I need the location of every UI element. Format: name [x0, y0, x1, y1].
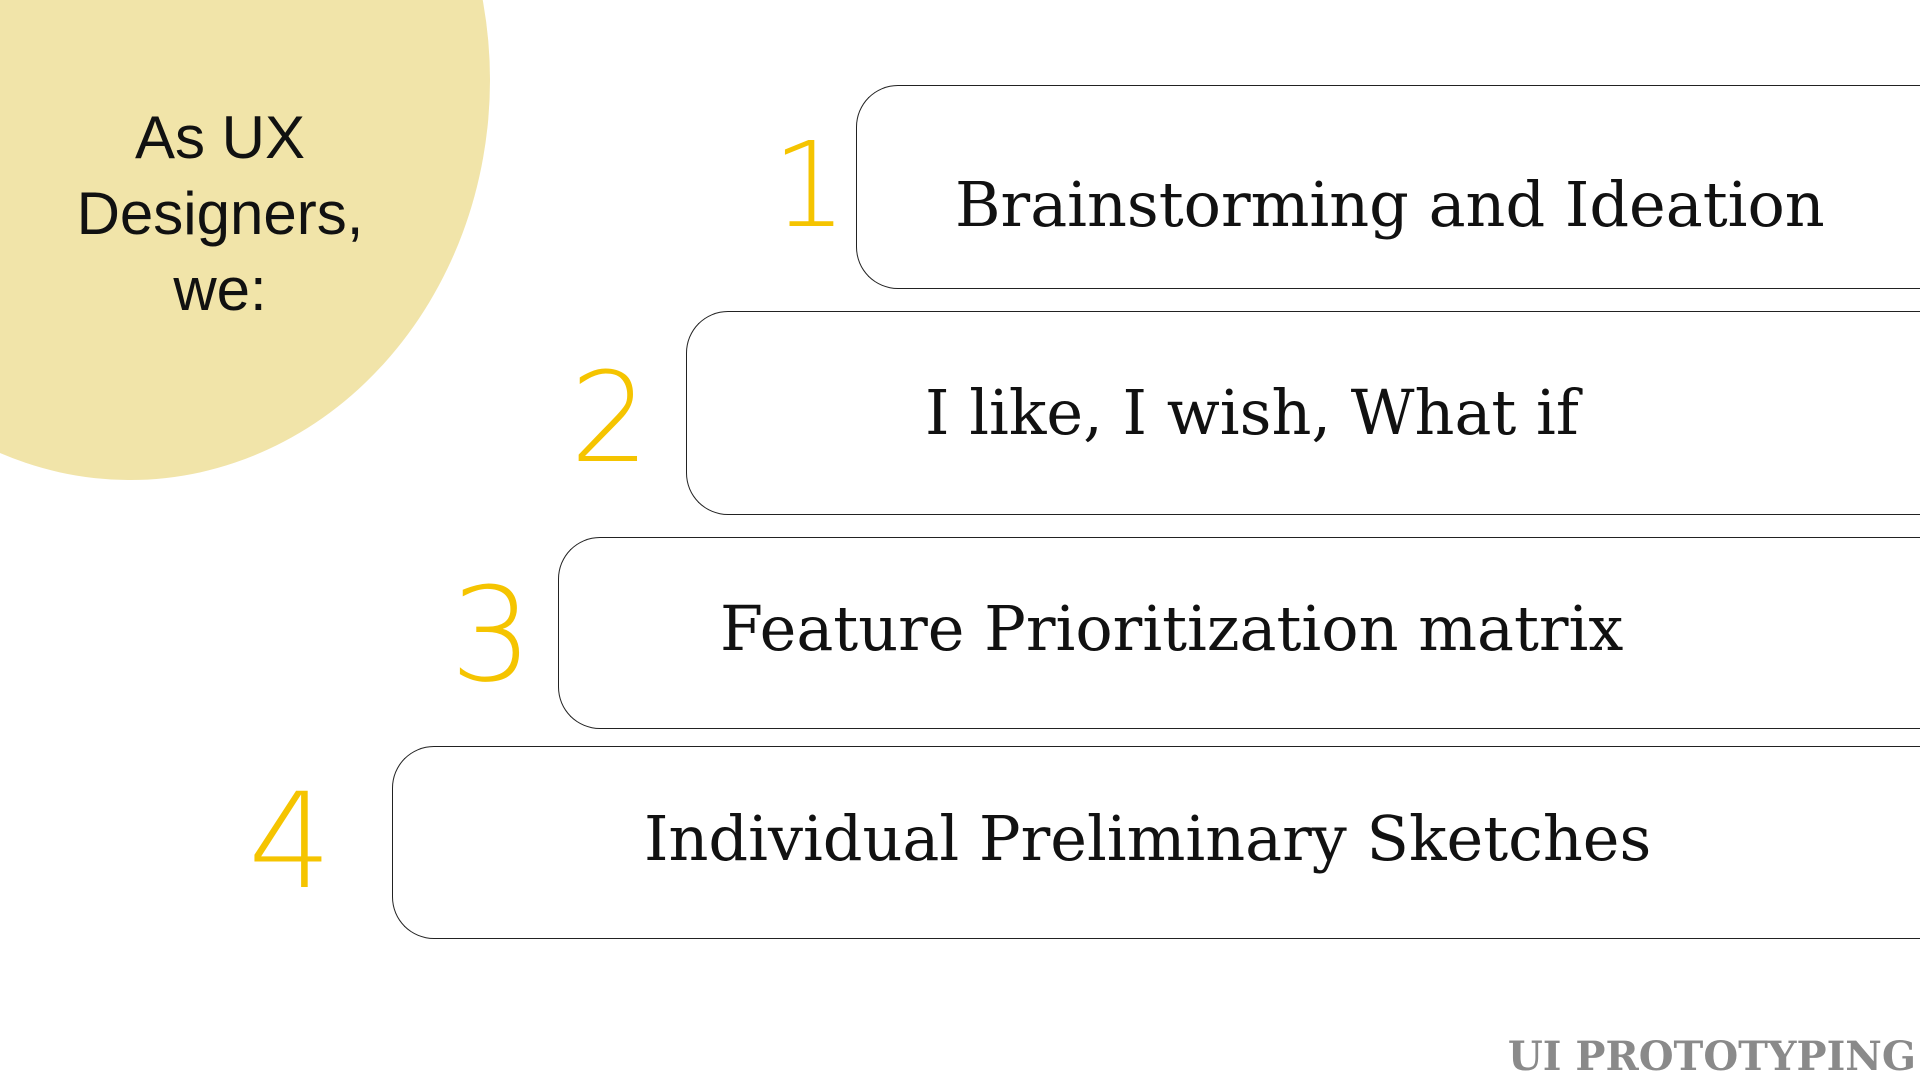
slide: As UX Designers, we: 1 Brainstorming and…: [0, 0, 1920, 1080]
step-number-2: 2: [570, 346, 650, 491]
step-label-3: Feature Prioritization matrix: [720, 592, 1624, 665]
intro-text: As UX Designers, we:: [40, 100, 400, 328]
intro-line-3: we:: [173, 256, 267, 323]
intro-line-2: Designers,: [76, 180, 364, 247]
step-number-3: 3: [450, 559, 533, 711]
footer-label: UI PROTOTYPING: [1507, 1033, 1916, 1080]
step-label-1: Brainstorming and Ideation: [955, 168, 1825, 241]
step-label-2: I like, I wish, What if: [925, 376, 1579, 449]
intro-line-1: As UX: [134, 104, 306, 171]
step-number-4: 4: [248, 765, 332, 919]
step-label-4: Individual Preliminary Sketches: [644, 802, 1652, 875]
step-number-1: 1: [772, 116, 848, 254]
